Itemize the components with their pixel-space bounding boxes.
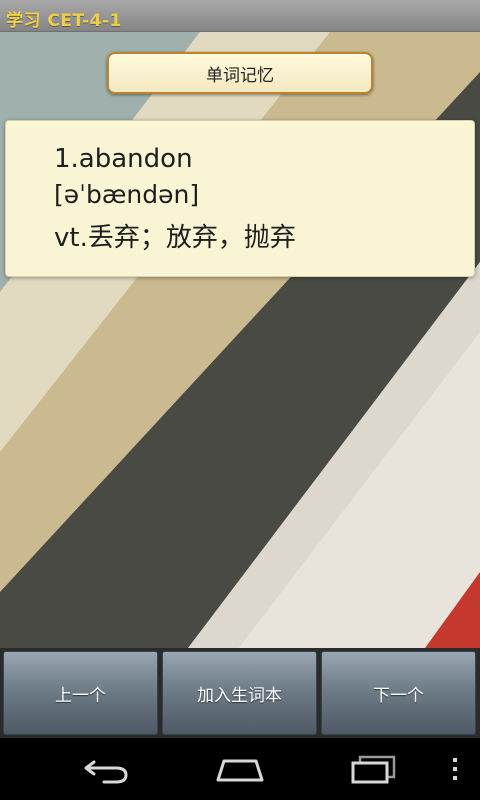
recent-apps-icon[interactable] (350, 754, 398, 784)
bottom-button-bar: 上一个 加入生词本 下一个 (0, 648, 480, 738)
back-icon[interactable] (82, 756, 130, 784)
menu-icon[interactable] (450, 756, 460, 782)
title-bar: 学习 CET-4-1 (0, 0, 480, 32)
word-memory-header-button[interactable]: 单词记忆 (107, 52, 373, 94)
next-button[interactable]: 下一个 (321, 651, 476, 735)
add-to-vocab-button[interactable]: 加入生词本 (162, 651, 317, 735)
system-navigation-bar (0, 738, 480, 800)
prev-button-label: 上一个 (55, 685, 106, 706)
next-button-label: 下一个 (373, 685, 424, 706)
phonetic-text: [əˈbændən] (54, 180, 200, 209)
home-icon[interactable] (214, 758, 266, 782)
app-title: 学习 CET-4-1 (6, 11, 122, 31)
definition-text: vt.丢弃；放弃，抛弃 (54, 223, 296, 253)
word-text: 1.abandon (54, 144, 193, 174)
header-label: 单词记忆 (206, 65, 274, 86)
prev-button[interactable]: 上一个 (3, 651, 158, 735)
add-to-vocab-button-label: 加入生词本 (197, 685, 282, 706)
word-card: 1.abandon [əˈbændən] vt.丢弃；放弃，抛弃 (5, 120, 475, 277)
